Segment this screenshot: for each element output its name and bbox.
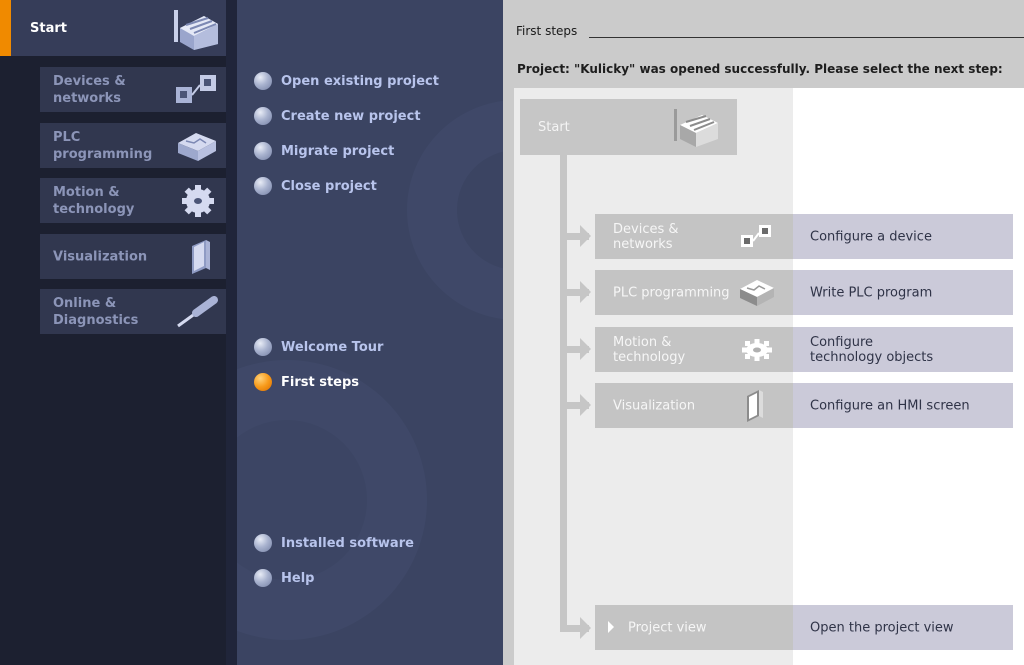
step-description: Open the project view [810,620,954,635]
hmi-screen-icon [192,240,210,274]
devices-networks-icon [176,75,216,103]
section-title: First steps [516,24,578,38]
hmi-screen-icon [747,390,763,422]
devices-networks-icon [741,225,771,247]
portal-item-label: PLC programming [53,129,153,162]
active-bullet-icon [254,373,272,391]
step-description-cell: Configure technology objects [793,327,1013,372]
step-project-view[interactable]: Project view Open the project view [595,605,1013,650]
status-message: Project: "Kulicky" was opened successful… [517,62,1003,76]
plc-programming-icon [740,280,774,306]
portal-start-button[interactable]: Start [0,0,226,56]
action-label: Close project [281,178,377,194]
gear-icon [742,339,772,361]
step-description: Configure technology objects [810,334,934,365]
step-name: Motion & technology [613,334,686,365]
action-migrate-project[interactable]: Migrate project [254,141,394,161]
step-name-cell: PLC programming [595,270,793,315]
portal-item-label: Online & Diagnostics [53,295,139,328]
bullet-icon [254,177,272,195]
flow-start-label: Start [538,120,570,135]
portal-item-plc-programming[interactable]: PLC programming [40,123,226,168]
action-label: Welcome Tour [281,339,384,355]
portal-item-visualization[interactable]: Visualization [40,234,226,279]
factory-stairs-icon [674,109,718,147]
action-close-project[interactable]: Close project [254,176,377,196]
plc-programming-icon [178,133,216,161]
portal-item-label: Devices & networks [53,73,126,106]
flow-connector [560,155,567,629]
action-help[interactable]: Help [254,568,314,588]
step-flow: Start Devices & networks Configure a dev… [514,88,1024,665]
bullet-icon [254,142,272,160]
step-description-cell: Write PLC program [793,270,1013,315]
bullet-icon [254,72,272,90]
step-name-cell: Devices & networks [595,214,793,259]
step-devices-networks[interactable]: Devices & networks Configure a device [595,214,1013,259]
step-visualization[interactable]: Visualization Configure an HMI screen [595,383,1013,428]
action-installed-software[interactable]: Installed software [254,533,414,553]
screwdriver-icon [177,296,218,328]
action-create-new-project[interactable]: Create new project [254,106,421,126]
step-name: Devices & networks [613,221,679,252]
background-gear-icon [407,100,503,320]
step-name: Visualization [613,398,696,413]
action-label: Installed software [281,535,414,551]
action-label: Open existing project [281,73,439,89]
action-welcome-tour[interactable]: Welcome Tour [254,337,383,357]
action-label: Create new project [281,108,421,124]
step-description-cell: Configure a device [793,214,1013,259]
flow-background [514,88,793,665]
bullet-icon [254,338,272,356]
portal-item-online-diagnostics[interactable]: Online & Diagnostics [40,289,226,334]
first-steps-content: First steps Project: "Kulicky" was opene… [503,0,1024,665]
step-name: Project view [628,620,707,635]
portal-item-label: Motion & technology [53,184,135,217]
step-description: Configure an HMI screen [810,398,970,413]
action-label: Help [281,570,315,586]
step-name-cell: Visualization [595,383,793,428]
section-divider [589,37,1024,38]
step-description: Write PLC program [810,285,933,300]
play-triangle-icon [608,621,614,633]
actions-panel: Open existing project Create new project… [237,0,503,665]
arrow-icon [580,617,591,639]
portal-nav: Start Devices & networks PLC programming [0,0,237,665]
step-description-cell: Open the project view [793,605,1013,650]
action-open-existing-project[interactable]: Open existing project [254,71,439,91]
bullet-icon [254,107,272,125]
step-plc-programming[interactable]: PLC programming Write PLC program [595,270,1013,315]
action-first-steps[interactable]: First steps [254,372,359,392]
arrow-icon [580,338,591,360]
step-description: Configure a device [810,229,932,244]
portal-item-motion-technology[interactable]: Motion & technology [40,178,226,223]
step-description-cell: Configure an HMI screen [793,383,1013,428]
portal-start-label: Start [30,21,67,36]
step-name: PLC programming [613,285,730,300]
flow-start-button[interactable]: Start [520,99,737,155]
arrow-icon [580,281,591,303]
portal-item-label: Visualization [53,249,148,264]
action-label: Migrate project [281,143,395,159]
step-name-cell: Motion & technology [595,327,793,372]
step-motion-technology[interactable]: Motion & technology Configure technology… [595,327,1013,372]
portal-item-devices-networks[interactable]: Devices & networks [40,67,226,112]
bullet-icon [254,534,272,552]
action-label: First steps [281,374,360,390]
active-accent-bar [0,0,11,56]
gear-icon [182,185,214,217]
arrow-icon [580,225,591,247]
nav-divider [226,0,237,665]
arrow-icon [580,394,591,416]
bullet-icon [254,569,272,587]
factory-stairs-icon [174,10,218,50]
step-name-cell: Project view [595,605,793,650]
